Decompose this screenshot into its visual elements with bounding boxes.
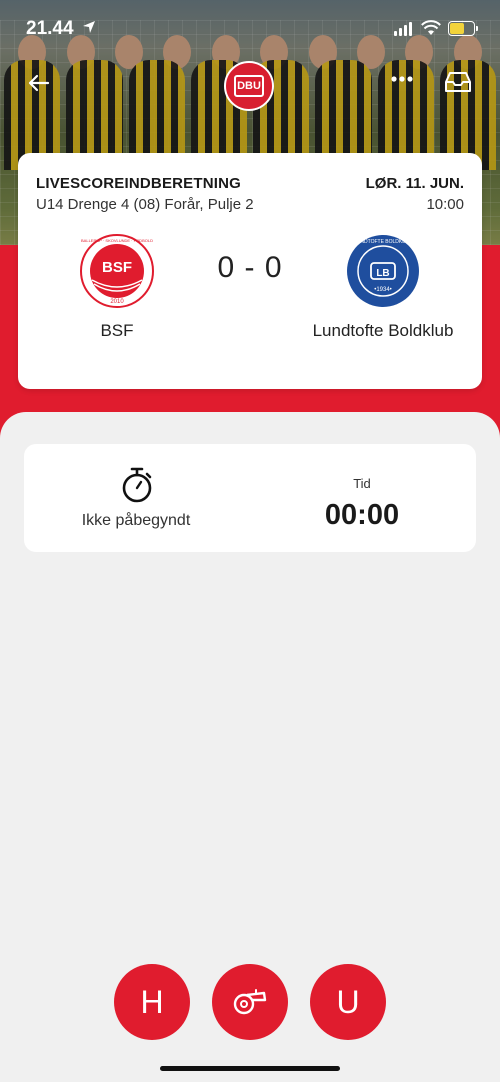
away-logo-year: •1934•: [374, 287, 392, 293]
away-team-logo: LB LUNDTOFTE BOLDKLUB •1934•: [347, 235, 419, 307]
home-goal-button[interactable]: H: [114, 964, 190, 1040]
cellular-signal-icon: [394, 22, 412, 36]
home-team-logo: BSF 2010 BALLERUP · SKOVLUNDE · FODBOLD: [80, 234, 154, 308]
home-logo-year: 2010: [110, 299, 124, 305]
arrow-left-icon[interactable]: [26, 70, 52, 96]
battery-icon: [448, 21, 478, 36]
away-goal-label: U: [336, 983, 360, 1020]
dbu-logo: DBU: [224, 61, 274, 111]
home-logo-ring: BALLERUP · SKOVLUNDE · FODBOLD: [81, 238, 153, 243]
time-label: Tid: [353, 476, 371, 491]
whistle-icon: [233, 989, 267, 1015]
status-bar: 21.44: [0, 0, 500, 60]
timer-card: Ikke påbegyndt Tid 00:00: [24, 444, 476, 552]
match-card-title: LIVESCOREINDBERETNING: [36, 175, 242, 192]
match-clock: 00:00: [324, 499, 400, 531]
score: 0 - 0: [217, 251, 283, 284]
inbox-icon[interactable]: [443, 70, 473, 94]
match-date: LØR. 11. JUN.: [365, 175, 464, 192]
wifi-icon: [421, 20, 441, 35]
away-goal-button[interactable]: U: [310, 964, 386, 1040]
stopwatch-icon: [122, 467, 152, 503]
home-indicator: [160, 1066, 340, 1071]
match-card: LIVESCOREINDBERETNING U14 Drenge 4 (08) …: [18, 153, 482, 389]
home-team-name: BSF: [100, 321, 134, 340]
home-goal-label: H: [140, 983, 164, 1020]
location-arrow-icon: [83, 21, 95, 33]
away-logo-ring: LUNDTOFTE BOLDKLUB: [354, 239, 413, 245]
away-logo-text: LB: [376, 268, 389, 279]
kickoff-time: 10:00: [426, 196, 464, 213]
more-dots-icon[interactable]: [390, 74, 414, 84]
match-state: Ikke påbegyndt: [81, 512, 191, 529]
whistle-button[interactable]: [212, 964, 288, 1040]
status-time: 21.44: [26, 18, 74, 39]
away-team-name: Lundtofte Boldklub: [312, 321, 454, 340]
dbu-logo-text: DBU: [234, 75, 264, 97]
league-name: U14 Drenge 4 (08) Forår, Pulje 2: [36, 196, 254, 213]
home-logo-text: BSF: [102, 259, 132, 276]
